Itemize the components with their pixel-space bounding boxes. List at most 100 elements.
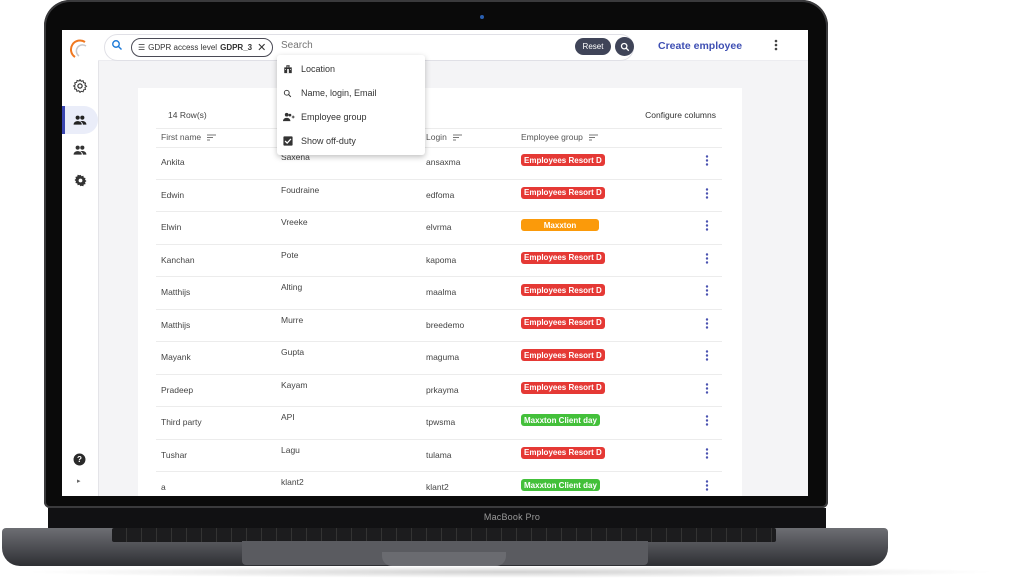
row-more-vert-icon[interactable]: [705, 415, 709, 426]
cell-first-name: Kanchan: [161, 254, 195, 265]
employee-group-badge: Employees Resort D: [521, 154, 605, 166]
cell-login: ansaxma: [426, 157, 461, 167]
row-more-vert-icon[interactable]: [705, 252, 709, 264]
expand-sidebar-icon[interactable]: ▸: [77, 477, 81, 485]
cell-last-name: Kayam: [281, 379, 308, 390]
dropdown-item-location[interactable]: Location: [277, 57, 425, 81]
laptop-shadow: [20, 566, 1000, 578]
employee-group-badge: Employees Resort D: [521, 284, 605, 296]
filter-chip[interactable]: ☰ GDPR access level GDPR_3 ✕: [131, 38, 274, 57]
row-count: 14 Row(s): [168, 110, 207, 120]
laptop-keyboard: [112, 528, 776, 542]
laptop-notch: [382, 552, 506, 566]
cell-last-name: Gupta: [281, 347, 305, 357]
employee-group-badge: Employees Resort D: [521, 381, 605, 394]
table-body: Ankita Saxena ansaxma Employees Resort D…: [156, 147, 722, 496]
gear-outline-icon: [72, 78, 88, 94]
employees-card: 14 Row(s) Configure columns First name L…: [138, 88, 742, 496]
table-row[interactable]: Pradeep Kayam prkayma Employees Resort D: [156, 375, 722, 407]
sort-icon[interactable]: [588, 134, 598, 141]
row-more-vert-icon[interactable]: [705, 382, 709, 394]
search-input[interactable]: [279, 39, 543, 52]
help-icon[interactable]: ?: [73, 453, 86, 466]
employee-group-badge: Employees Resort D: [521, 186, 605, 199]
cell-first-name: Tushar: [161, 449, 188, 460]
search-button[interactable]: [615, 37, 634, 56]
people-icon: [73, 115, 87, 125]
cell-last-name: Vreeke: [281, 217, 308, 227]
dropdown-item-label: Location: [301, 64, 336, 74]
camera-dot: [480, 15, 484, 19]
create-employee-button[interactable]: Create employee: [658, 40, 742, 52]
search-icon[interactable]: [111, 39, 123, 51]
table-row[interactable]: Kanchan Pote kapoma Employees Resort D: [156, 245, 722, 277]
dropdown-item-employee-group[interactable]: Employee group: [277, 105, 425, 129]
sort-icon[interactable]: [452, 134, 462, 141]
table-row[interactable]: Ankita Saxena ansaxma Employees Resort D: [156, 147, 722, 180]
gear-icon: [74, 174, 86, 186]
sidebar-item-employees[interactable]: [62, 106, 98, 134]
sidebar-item-settings[interactable]: [62, 166, 98, 194]
table-row[interactable]: Third party API tpwsma Maxxton Client da…: [156, 407, 722, 440]
cell-login: edfoma: [426, 189, 455, 200]
reset-button[interactable]: Reset: [575, 38, 611, 55]
dropdown-item-show-off-duty[interactable]: Show off-duty: [277, 129, 425, 153]
cell-first-name: Pradeep: [161, 384, 194, 395]
table-header: First name Last name Login Employee grou…: [156, 128, 722, 148]
cell-last-name: Alting: [281, 282, 303, 292]
sidebar-item-settings-outline[interactable]: [62, 72, 98, 100]
svg-text:?: ?: [77, 455, 82, 464]
column-header-employee-group[interactable]: Employee group: [521, 132, 598, 142]
cell-first-name: Matthijs: [161, 319, 191, 330]
dropdown-item-name-login-email[interactable]: Name, login, Email: [277, 81, 425, 105]
checkbox-checked-icon[interactable]: [283, 136, 293, 146]
table-row[interactable]: Elwin Vreeke elvrma Maxxton: [156, 212, 722, 245]
app-screen: ? ▸ ☰ GDPR access level GDPR_3 ✕ Reset: [62, 30, 808, 496]
table-row[interactable]: Tushar Lagu tulama Employees Resort D: [156, 440, 722, 472]
row-more-vert-icon[interactable]: [705, 350, 709, 361]
employee-group-badge: Maxxton Client day: [521, 414, 600, 426]
sidebar: ? ▸: [62, 30, 99, 496]
close-icon[interactable]: ✕: [257, 41, 266, 54]
configure-columns-button[interactable]: Configure columns: [645, 110, 716, 120]
table-row[interactable]: Matthijs Alting maalma Employees Resort …: [156, 277, 722, 310]
table-row[interactable]: Matthijs Murre breedemo Employees Resort…: [156, 310, 722, 342]
row-more-vert-icon[interactable]: [705, 480, 709, 491]
row-more-vert-icon[interactable]: [705, 317, 709, 329]
filter-chip-value: GDPR_3: [220, 43, 253, 52]
cell-login: tpwsma: [426, 417, 456, 427]
row-more-vert-icon[interactable]: [705, 285, 709, 296]
column-header-login[interactable]: Login: [426, 132, 462, 142]
more-vert-icon[interactable]: [774, 39, 778, 51]
cell-last-name: Murre: [281, 314, 304, 325]
cell-last-name: Lagu: [281, 444, 300, 455]
group-add-icon: [283, 112, 295, 122]
cell-first-name: Mayank: [161, 352, 191, 362]
dropdown-item-label: Employee group: [301, 112, 367, 122]
row-more-vert-icon[interactable]: [705, 220, 709, 231]
cell-login: breedemo: [426, 319, 465, 330]
app-logo: [70, 39, 87, 58]
cell-login: elvrma: [426, 222, 452, 232]
filter-chip-label: GDPR access level: [148, 43, 218, 52]
cell-first-name: Edwin: [161, 189, 185, 200]
table-row[interactable]: Edwin Foudraine edfoma Employees Resort …: [156, 180, 722, 212]
search-icon: [283, 89, 292, 97]
row-more-vert-icon[interactable]: [705, 187, 709, 199]
sort-icon[interactable]: [207, 134, 217, 141]
search-icon: [620, 42, 629, 51]
people-icon: [73, 145, 87, 155]
row-more-vert-icon[interactable]: [705, 447, 709, 459]
column-header-first-name[interactable]: First name: [161, 132, 217, 142]
cell-login: maguma: [426, 352, 460, 362]
table-row[interactable]: Mayank Gupta maguma Employees Resort D: [156, 342, 722, 375]
row-more-vert-icon[interactable]: [705, 155, 709, 166]
cell-first-name: Elwin: [161, 222, 182, 232]
cell-first-name: Third party: [161, 417, 202, 427]
sidebar-item-groups[interactable]: [62, 136, 98, 164]
cell-last-name: Foudraine: [281, 184, 320, 195]
building-icon: [284, 65, 292, 74]
employee-group-badge: Maxxton: [521, 219, 599, 231]
table-row[interactable]: a klant2 klant2 Maxxton Client day: [156, 472, 722, 496]
search-options-dropdown: Location Name, login, Email Employee gro…: [277, 55, 425, 155]
